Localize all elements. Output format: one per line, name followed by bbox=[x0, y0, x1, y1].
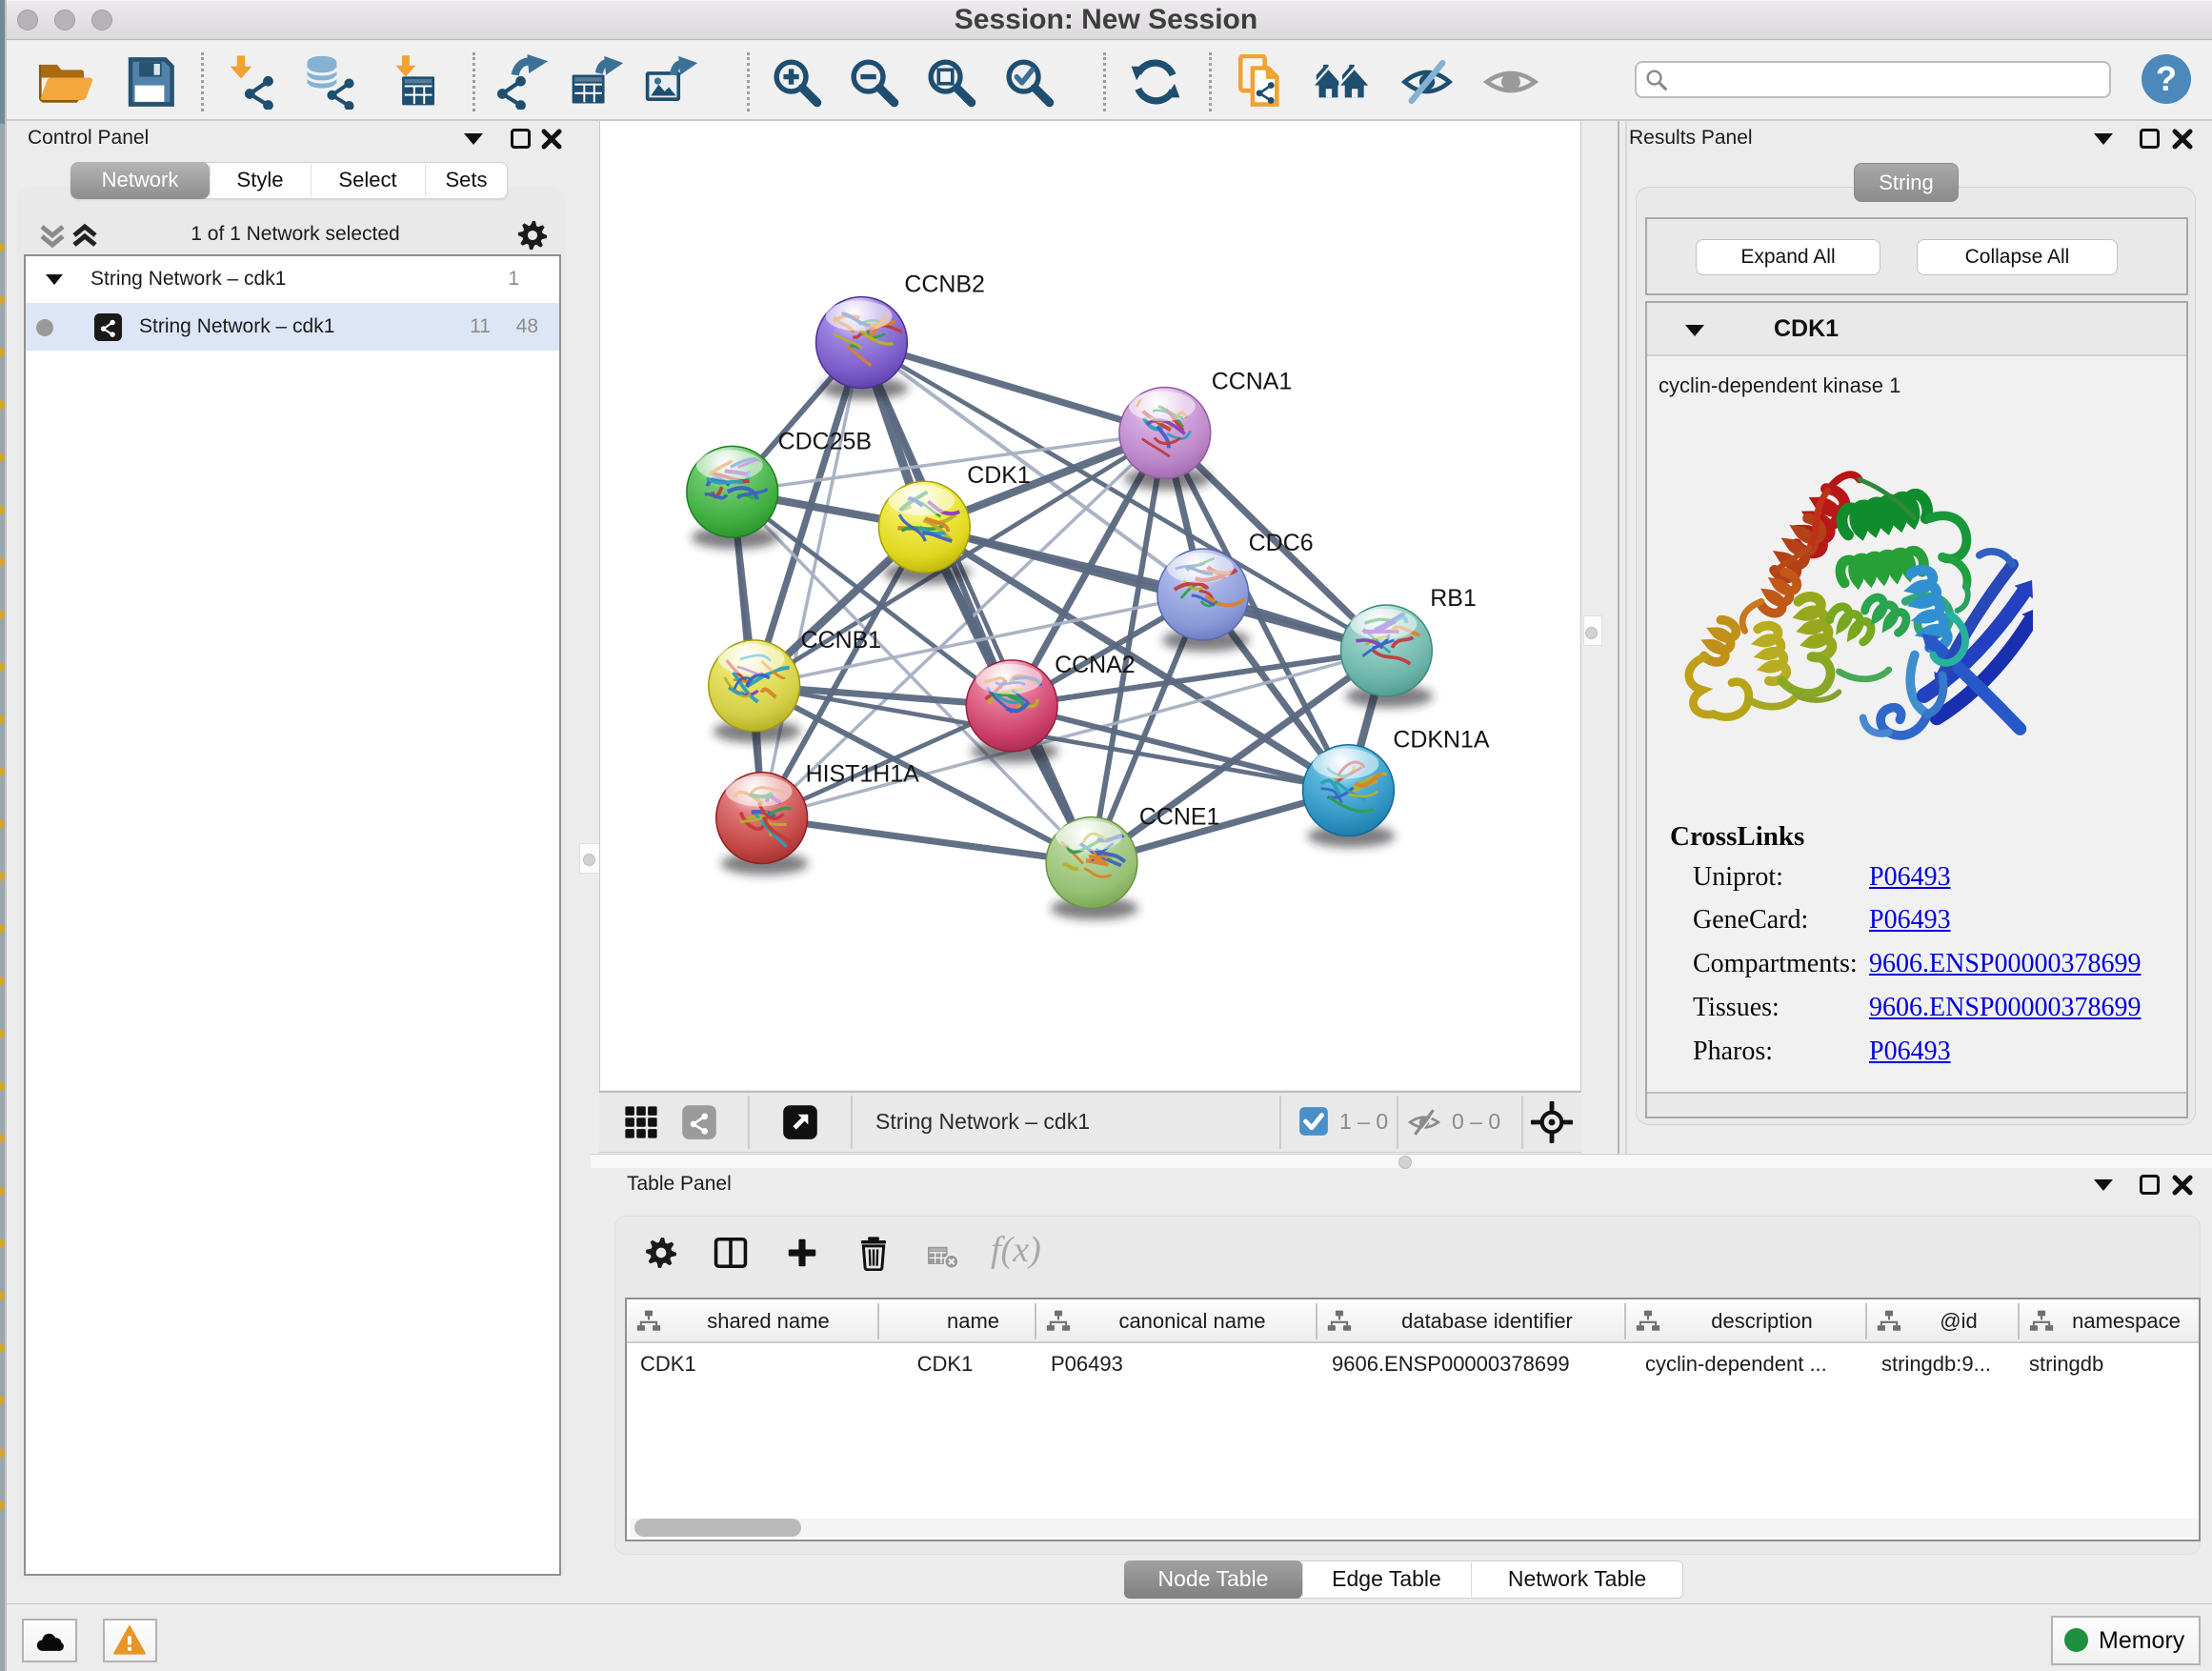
svg-text:CDC6: CDC6 bbox=[1249, 530, 1314, 556]
svg-text:CCNB2: CCNB2 bbox=[904, 272, 985, 298]
svg-text:RB1: RB1 bbox=[1430, 585, 1477, 612]
svg-text:CDC25B: CDC25B bbox=[778, 428, 872, 454]
svg-text:CCNB1: CCNB1 bbox=[801, 627, 882, 654]
svg-text:CCNE1: CCNE1 bbox=[1139, 804, 1220, 831]
svg-text:CDKN1A: CDKN1A bbox=[1393, 727, 1490, 754]
svg-text:CCNA1: CCNA1 bbox=[1212, 368, 1293, 394]
svg-text:HIST1H1A: HIST1H1A bbox=[806, 761, 920, 788]
svg-text:CCNA2: CCNA2 bbox=[1055, 652, 1136, 678]
svg-text:CDK1: CDK1 bbox=[967, 462, 1031, 489]
